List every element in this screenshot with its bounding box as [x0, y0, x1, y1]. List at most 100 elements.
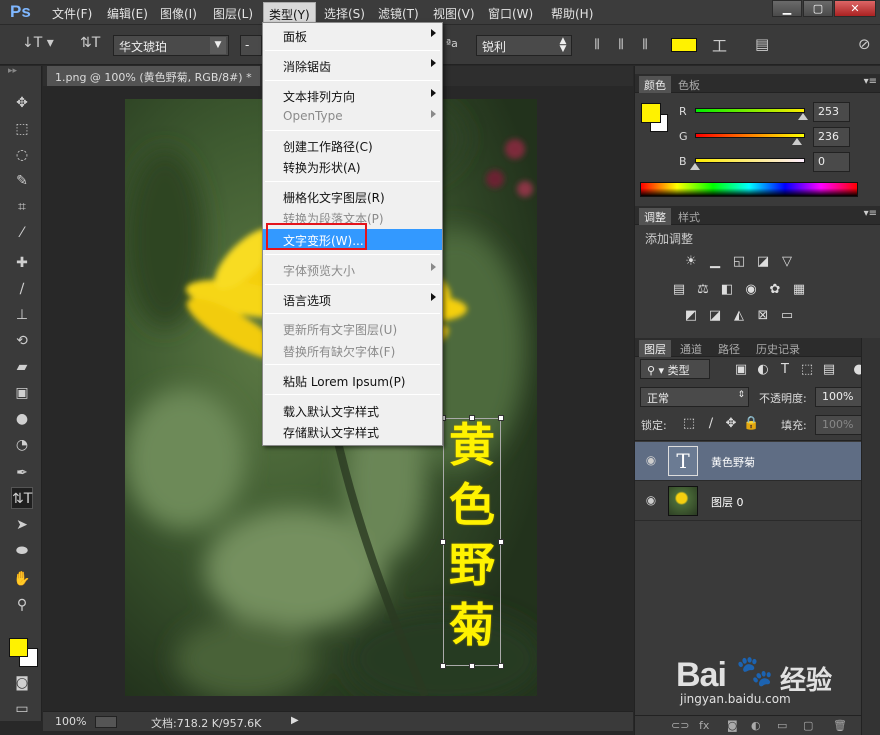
- black-white-icon[interactable]: ◧: [719, 282, 735, 298]
- red-slider[interactable]: R 253: [635, 102, 880, 124]
- color-lookup-icon[interactable]: ▦: [791, 282, 807, 298]
- blend-mode-select[interactable]: 正常 ⇕: [640, 387, 749, 407]
- quick-mask-icon[interactable]: ◙: [11, 672, 33, 694]
- vertical-text-layer[interactable]: 黄 色 野 菊: [441, 415, 503, 655]
- character-panel-icon[interactable]: ▤: [755, 35, 769, 53]
- menu-item-create-work-path[interactable]: 创建工作路径(C): [263, 135, 442, 156]
- filter-adjust-icon[interactable]: ◐: [755, 362, 771, 378]
- blur-tool-icon[interactable]: ●: [11, 408, 33, 430]
- menu-item-antialias[interactable]: 消除锯齿: [263, 55, 442, 76]
- color-balance-icon[interactable]: ⚖: [695, 282, 711, 298]
- stamp-tool-icon[interactable]: ⊥: [11, 304, 33, 326]
- filter-pixel-icon[interactable]: ▣: [733, 362, 749, 378]
- panel-menu-icon[interactable]: ▾≡: [864, 208, 877, 219]
- menu-image[interactable]: 图像(I): [160, 5, 197, 22]
- layer-filter-select[interactable]: ⚲ ▾ 类型: [640, 359, 710, 379]
- trash-icon[interactable]: 🗑: [833, 719, 847, 732]
- link-icon[interactable]: ⊂⊃: [671, 719, 689, 732]
- curves-icon[interactable]: ◱: [731, 254, 747, 270]
- align-center-button[interactable]: ⫼: [612, 37, 630, 53]
- minimize-button[interactable]: ▁: [772, 0, 802, 17]
- layer-row-image[interactable]: ◉ 图层 0: [635, 482, 861, 521]
- warp-text-icon[interactable]: 工: [712, 35, 727, 56]
- zoom-level[interactable]: 100%: [55, 715, 86, 728]
- menu-item-paste-lorem-ipsum[interactable]: 粘贴 Lorem Ipsum(P): [263, 370, 442, 391]
- font-family-select[interactable]: 华文琥珀 ▼: [113, 35, 229, 56]
- brightness-icon[interactable]: ☀: [683, 254, 699, 270]
- menu-select[interactable]: 选择(S): [324, 5, 365, 22]
- ellipse-tool-icon[interactable]: ⬬: [11, 540, 33, 562]
- invert-icon[interactable]: ◩: [683, 308, 699, 324]
- quick-select-tool-icon[interactable]: ✎: [11, 170, 33, 192]
- threshold-icon[interactable]: ◭: [731, 308, 747, 324]
- new-layer-icon[interactable]: ▢: [803, 719, 813, 732]
- tab-color[interactable]: 颜色: [639, 76, 671, 93]
- menu-item-language-options[interactable]: 语言选项: [263, 289, 442, 310]
- photo-filter-icon[interactable]: ◉: [743, 282, 759, 298]
- zoom-tool-icon[interactable]: ⚲: [11, 594, 33, 616]
- resize-handle[interactable]: [440, 663, 446, 669]
- history-brush-tool-icon[interactable]: ⟲: [11, 330, 33, 352]
- tab-channels[interactable]: 通道: [675, 340, 707, 357]
- type-tool-preset-icon[interactable]: ↓T ▾: [22, 35, 54, 51]
- crop-tool-icon[interactable]: ⌗: [11, 196, 33, 218]
- align-bottom-button[interactable]: ⫼: [636, 37, 654, 53]
- blue-value[interactable]: 0: [813, 152, 850, 172]
- menu-help[interactable]: 帮助(H): [551, 5, 593, 22]
- gradient-map-icon[interactable]: ▭: [779, 308, 795, 324]
- pen-tool-icon[interactable]: ✒: [11, 462, 33, 484]
- layers-scrollbar[interactable]: [861, 338, 880, 735]
- red-value[interactable]: 253: [813, 102, 850, 122]
- tab-styles[interactable]: 样式: [673, 208, 705, 225]
- resize-handle[interactable]: [469, 663, 475, 669]
- slider-thumb[interactable]: [690, 163, 700, 170]
- filter-type-icon[interactable]: T: [777, 362, 793, 378]
- menu-edit[interactable]: 编辑(E): [107, 5, 148, 22]
- tab-paths[interactable]: 路径: [713, 340, 745, 357]
- resize-handle[interactable]: [498, 663, 504, 669]
- levels-icon[interactable]: ▁: [707, 254, 723, 270]
- type-tool-icon[interactable]: ⇅T: [11, 487, 33, 509]
- menu-window[interactable]: 窗口(W): [488, 5, 533, 22]
- lock-move-icon[interactable]: ✥: [723, 416, 739, 432]
- layer-row-text[interactable]: ◉ T 黄色野菊: [635, 442, 861, 481]
- menu-item-convert-to-shape[interactable]: 转换为形状(A): [263, 156, 442, 177]
- brush-tool-icon[interactable]: ∕: [11, 278, 33, 300]
- menu-item-panels[interactable]: 面板: [263, 25, 442, 46]
- text-color-swatch[interactable]: [671, 38, 697, 52]
- healing-brush-tool-icon[interactable]: ✚: [11, 252, 33, 274]
- fx-icon[interactable]: fx: [699, 719, 709, 732]
- channel-mixer-icon[interactable]: ✿: [767, 282, 783, 298]
- panel-menu-icon[interactable]: ▾≡: [864, 76, 877, 87]
- eye-icon[interactable]: ◉: [643, 493, 659, 509]
- toggle-orientation-icon[interactable]: ⇅T: [80, 35, 100, 51]
- path-select-tool-icon[interactable]: ➤: [11, 514, 33, 536]
- maximize-button[interactable]: ▢: [803, 0, 833, 17]
- close-button[interactable]: ✕: [834, 0, 876, 17]
- slider-thumb[interactable]: [792, 138, 802, 145]
- screen-mode-icon[interactable]: ▭: [11, 698, 33, 720]
- menu-file[interactable]: 文件(F): [52, 5, 92, 22]
- menu-item-orientation[interactable]: 文本排列方向: [263, 85, 442, 106]
- menu-item-rasterize[interactable]: 栅格化文字图层(R): [263, 186, 442, 207]
- vibrance-icon[interactable]: ▽: [779, 254, 795, 270]
- folder-icon[interactable]: ▭: [777, 719, 787, 732]
- layer-name[interactable]: 黄色野菊: [711, 454, 755, 470]
- cancel-icon[interactable]: ⊘: [858, 35, 871, 53]
- eraser-tool-icon[interactable]: ▰: [11, 356, 33, 378]
- eye-icon[interactable]: ◉: [643, 453, 659, 469]
- foreground-color-swatch[interactable]: [9, 638, 28, 657]
- hue-saturation-icon[interactable]: ▤: [671, 282, 687, 298]
- slider-thumb[interactable]: [798, 113, 808, 120]
- lock-paint-icon[interactable]: ∕: [703, 416, 719, 432]
- selective-color-icon[interactable]: ⊠: [755, 308, 771, 324]
- tab-adjustments[interactable]: 调整: [639, 208, 671, 225]
- dodge-tool-icon[interactable]: ◔: [11, 434, 33, 456]
- adjustment-layer-icon[interactable]: ◐: [751, 719, 761, 732]
- exposure-icon[interactable]: ◪: [755, 254, 771, 270]
- filter-shape-icon[interactable]: ⬚: [799, 362, 815, 378]
- filter-smart-icon[interactable]: ▤: [821, 362, 837, 378]
- font-style-select[interactable]: -: [240, 35, 262, 56]
- lock-all-icon[interactable]: 🔒: [743, 416, 759, 432]
- color-fg-swatch[interactable]: [641, 103, 661, 123]
